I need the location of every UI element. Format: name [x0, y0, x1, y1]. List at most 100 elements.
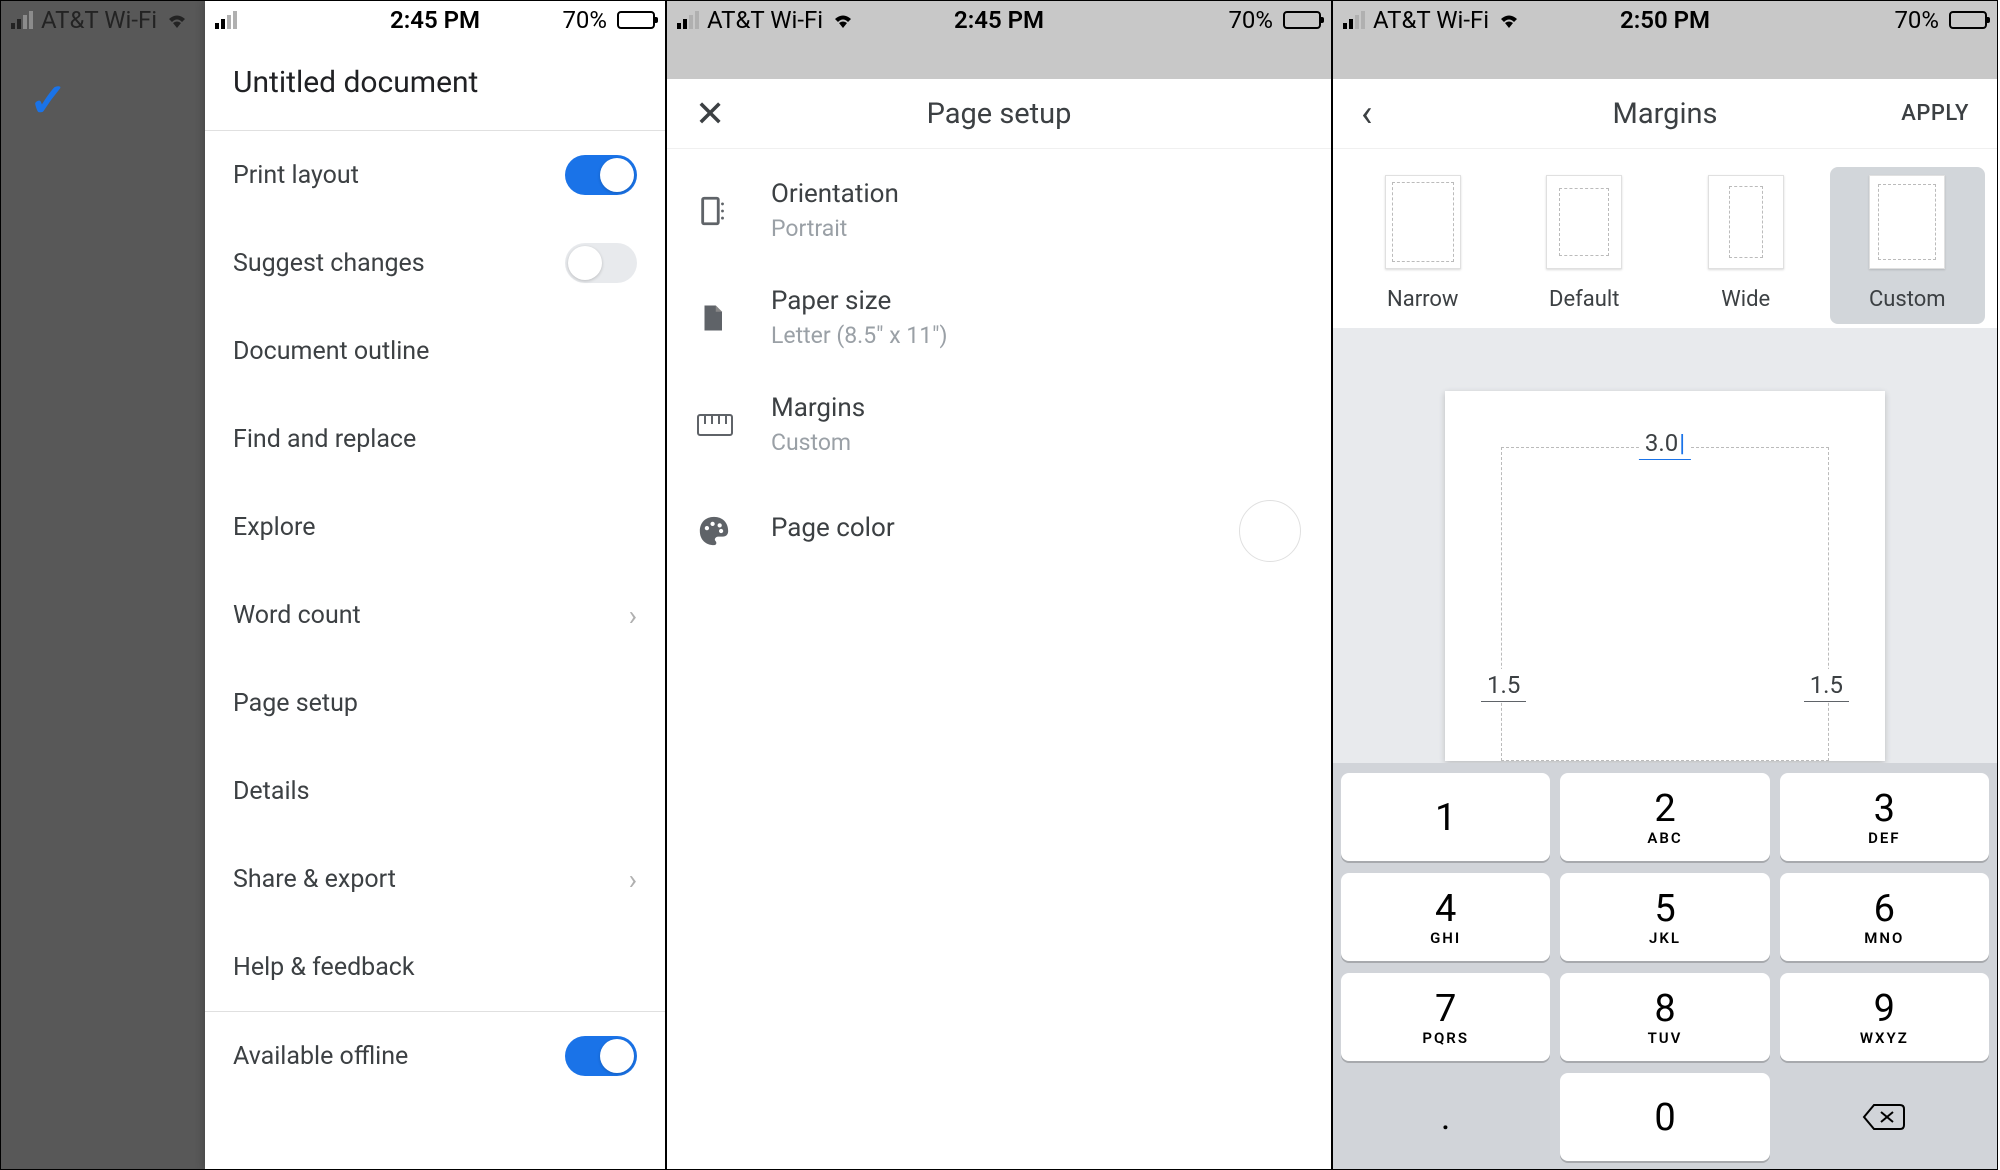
row-margins[interactable]: Margins Custom	[667, 371, 1331, 478]
top-background: AT&T Wi-Fi 2:50 PM 70%	[1333, 1, 1997, 79]
row-value: Letter (8.5" x 11")	[771, 322, 948, 349]
battery-percent: 70%	[562, 6, 607, 34]
numeric-keypad: 1 2ABC 3DEF 4GHI 5JKL 6MNO 7PQRS 8TUV 9W…	[1333, 763, 1997, 1169]
menu-label: Details	[233, 777, 310, 806]
menu-details[interactable]: Details	[205, 747, 665, 835]
menu-find-replace[interactable]: Find and replace	[205, 395, 665, 483]
menu-label: Print layout	[233, 161, 359, 190]
preset-label: Wide	[1721, 287, 1770, 312]
menu-share-export[interactable]: Share & export ›	[205, 835, 665, 923]
apply-button[interactable]: APPLY	[1901, 101, 1969, 126]
battery-percent: 70%	[1228, 6, 1273, 34]
key-5[interactable]: 5JKL	[1560, 873, 1769, 961]
menu-document-outline[interactable]: Document outline	[205, 307, 665, 395]
key-4[interactable]: 4GHI	[1341, 873, 1550, 961]
menu-explore[interactable]: Explore	[205, 483, 665, 571]
wifi-icon	[165, 10, 189, 30]
menu-word-count[interactable]: Word count ›	[205, 571, 665, 659]
screen-margins: AT&T Wi-Fi 2:50 PM 70% ‹ Margins APPLY N…	[1332, 0, 1998, 1170]
preset-thumb	[1385, 175, 1461, 269]
key-7[interactable]: 7PQRS	[1341, 973, 1550, 1061]
row-label: Orientation	[771, 179, 899, 209]
key-3[interactable]: 3DEF	[1780, 773, 1989, 861]
preset-custom[interactable]: Custom	[1830, 167, 1986, 324]
menu-label: Page setup	[233, 689, 358, 718]
page-setup-sheet: ✕ Page setup Orientation Portrait Paper …	[667, 79, 1331, 1169]
key-9[interactable]: 9WXYZ	[1780, 973, 1989, 1061]
menu-available-offline[interactable]: Available offline	[205, 1012, 665, 1100]
status-bar: 2:45 PM 70%	[205, 1, 665, 39]
signal-bars-icon	[677, 11, 699, 29]
chevron-right-icon: ›	[629, 863, 637, 896]
key-8[interactable]: 8TUV	[1560, 973, 1769, 1061]
screen-document-menu: AT&T Wi-Fi 2:45 PM 70% ✓ 2:45 PM 70%	[0, 0, 666, 1170]
row-paper-size[interactable]: Paper size Letter (8.5" x 11")	[667, 264, 1331, 371]
battery-icon	[1949, 11, 1987, 29]
wifi-icon	[1497, 10, 1521, 30]
carrier-label: AT&T Wi-Fi	[707, 6, 823, 34]
margins-sheet: ‹ Margins APPLY Narrow Default Wide Cust…	[1333, 79, 1997, 1169]
row-label: Paper size	[771, 286, 948, 316]
wifi-icon	[831, 10, 855, 30]
back-icon[interactable]: ‹	[1361, 92, 1372, 136]
status-bar: AT&T Wi-Fi 2:50 PM 70%	[1333, 1, 1997, 39]
row-page-color[interactable]: Page color	[667, 478, 1331, 584]
menu-label: Find and replace	[233, 425, 416, 454]
confirm-check-icon[interactable]: ✓	[29, 73, 68, 128]
status-time: 2:45 PM	[390, 6, 480, 34]
menu-label: Share & export	[233, 865, 396, 894]
sheet-title: Margins	[1613, 97, 1718, 131]
preset-thumb	[1708, 175, 1784, 269]
menu-label: Word count	[233, 601, 361, 630]
status-time: 2:45 PM	[954, 6, 1044, 34]
preset-default[interactable]: Default	[1507, 167, 1663, 324]
menu-label: Suggest changes	[233, 249, 425, 278]
status-time: 2:50 PM	[1620, 6, 1710, 34]
status-bar: AT&T Wi-Fi 2:45 PM 70%	[667, 1, 1331, 39]
page-setup-list: Orientation Portrait Paper size Letter (…	[667, 149, 1331, 592]
page-preview: 3.0 1.5 1.5	[1445, 391, 1885, 761]
backspace-icon	[1862, 1101, 1906, 1133]
key-0[interactable]: 0	[1560, 1073, 1769, 1161]
toggle-print-layout[interactable]	[565, 155, 637, 195]
margin-top-input[interactable]: 3.0	[1639, 427, 1691, 460]
preset-wide[interactable]: Wide	[1668, 167, 1824, 324]
signal-bars-icon	[11, 11, 33, 29]
chevron-right-icon: ›	[629, 599, 637, 632]
carrier-label: AT&T Wi-Fi	[1373, 6, 1489, 34]
menu-label: Help & feedback	[233, 953, 415, 982]
menu-label: Available offline	[233, 1042, 408, 1071]
sheet-header: ✕ Page setup	[667, 79, 1331, 149]
menu-print-layout[interactable]: Print layout	[205, 131, 665, 219]
signal-bars-icon	[215, 11, 237, 29]
menu-label: Explore	[233, 513, 315, 542]
preset-thumb	[1546, 175, 1622, 269]
margin-right-input[interactable]: 1.5	[1804, 669, 1849, 702]
palette-icon	[697, 514, 737, 548]
menu-list: Print layout Suggest changes Document ou…	[205, 130, 665, 1169]
page-color-swatch[interactable]	[1239, 500, 1301, 562]
close-icon[interactable]: ✕	[667, 93, 753, 135]
toggle-available-offline[interactable]	[565, 1036, 637, 1076]
document-menu-panel: 2:45 PM 70% Untitled document Print layo…	[205, 1, 665, 1169]
key-dot[interactable]: .	[1341, 1073, 1550, 1161]
key-2[interactable]: 2ABC	[1560, 773, 1769, 861]
ruler-icon	[697, 414, 737, 436]
key-1[interactable]: 1	[1341, 773, 1550, 861]
row-orientation[interactable]: Orientation Portrait	[667, 157, 1331, 264]
battery-icon	[1283, 11, 1321, 29]
page-preview-area: 3.0 1.5 1.5	[1333, 329, 1997, 769]
toggle-suggest-changes[interactable]	[565, 243, 637, 283]
top-background: AT&T Wi-Fi 2:45 PM 70%	[667, 1, 1331, 79]
key-backspace[interactable]	[1780, 1073, 1989, 1161]
menu-help-feedback[interactable]: Help & feedback	[205, 923, 665, 1011]
carrier-label: AT&T Wi-Fi	[41, 6, 157, 34]
key-6[interactable]: 6MNO	[1780, 873, 1989, 961]
margin-left-input[interactable]: 1.5	[1481, 669, 1526, 702]
preset-thumb	[1869, 175, 1945, 269]
menu-suggest-changes[interactable]: Suggest changes	[205, 219, 665, 307]
menu-page-setup[interactable]: Page setup	[205, 659, 665, 747]
preset-narrow[interactable]: Narrow	[1345, 167, 1501, 324]
row-label: Margins	[771, 393, 865, 423]
screen-page-setup: AT&T Wi-Fi 2:45 PM 70% ✕ Page setup	[666, 0, 1332, 1170]
